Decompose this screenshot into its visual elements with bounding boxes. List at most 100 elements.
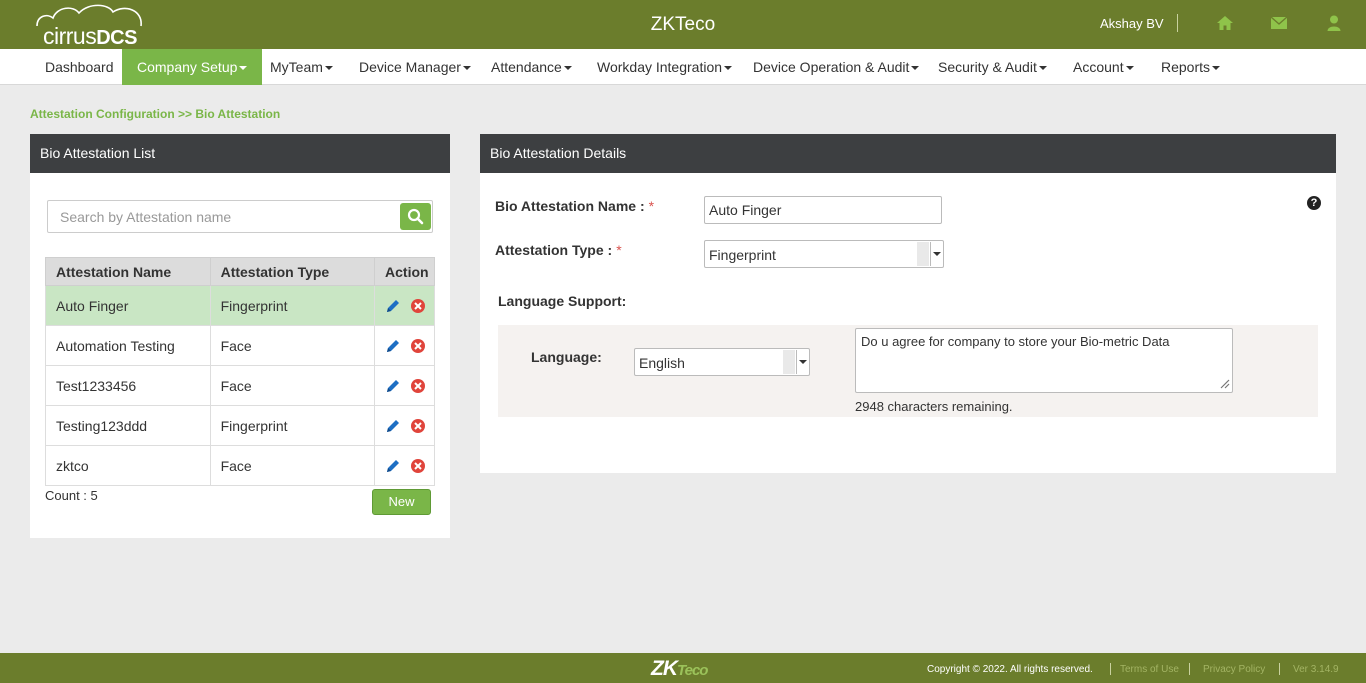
caret-down-icon (563, 66, 572, 71)
home-icon[interactable] (1216, 14, 1234, 32)
language-support-section: Language: English Do u agree for company… (498, 325, 1318, 417)
envelope-icon[interactable] (1270, 14, 1288, 32)
table-row[interactable]: Test1233456 Face (45, 365, 435, 406)
delete-icon[interactable] (410, 338, 426, 354)
user-icon[interactable] (1325, 14, 1343, 32)
terms-of-use-link[interactable]: Terms of Use (1120, 664, 1179, 675)
characters-remaining: 2948 characters remaining. (855, 399, 1013, 414)
attestation-name-input[interactable] (704, 196, 942, 224)
main-nav: Dashboard Company Setup MyTeam Device Ma… (0, 49, 1366, 85)
action-cell (374, 445, 435, 486)
attestation-table: Attestation Name Attestation Type Action… (45, 257, 435, 486)
nav-reports[interactable]: Reports (1161, 49, 1221, 85)
chevron-down-icon[interactable] (930, 242, 942, 266)
attestation-type-cell[interactable]: Fingerprint (209, 405, 376, 446)
attestation-type-cell[interactable]: Fingerprint (209, 285, 376, 326)
select-value: English (639, 355, 685, 371)
required-mark: * (648, 198, 655, 214)
table-row[interactable]: Auto Finger Fingerprint (45, 285, 435, 326)
name-label-wrap: Bio Attestation Name : * (495, 198, 654, 214)
nav-device-manager[interactable]: Device Manager (359, 49, 471, 85)
nav-account[interactable]: Account (1073, 49, 1134, 85)
attestation-type-cell[interactable]: Face (209, 445, 376, 486)
delete-icon[interactable] (410, 418, 426, 434)
language-select[interactable]: English (634, 348, 810, 376)
nav-workday-integration[interactable]: Workday Integration (597, 49, 733, 85)
caret-down-icon (239, 66, 248, 71)
record-count: Count : 5 (45, 488, 98, 503)
search-box (47, 200, 433, 233)
edit-pencil-icon[interactable] (385, 378, 401, 394)
nav-device-operation-audit[interactable]: Device Operation & Audit (753, 49, 920, 85)
caret-down-icon (1038, 66, 1047, 71)
action-cell (374, 285, 435, 326)
nav-attendance[interactable]: Attendance (491, 49, 572, 85)
copyright-text: Copyright © 2022. All rights reserved. (927, 664, 1093, 675)
nav-myteam[interactable]: MyTeam (270, 49, 333, 85)
table-header-row: Attestation Name Attestation Type Action (45, 257, 435, 286)
required-mark: * (616, 242, 622, 258)
logo-text: cirrus (43, 23, 97, 49)
nav-dashboard[interactable]: Dashboard (45, 49, 114, 85)
language-support-label: Language Support: (498, 293, 627, 309)
version-text: Ver 3.14.9 (1293, 664, 1339, 675)
attestation-list-panel: Bio Attestation List Attestation Name At… (30, 134, 450, 538)
search-button[interactable] (400, 203, 431, 230)
column-header: Action (374, 257, 435, 286)
header-divider (1177, 14, 1178, 32)
attestation-name-cell[interactable]: Automation Testing (45, 325, 211, 366)
search-icon (407, 208, 424, 225)
edit-pencil-icon[interactable] (385, 338, 401, 354)
edit-pencil-icon[interactable] (385, 298, 401, 314)
search-input[interactable] (48, 201, 398, 232)
nav-security-audit[interactable]: Security & Audit (938, 49, 1047, 85)
nav-company-setup[interactable]: Company Setup (122, 49, 263, 85)
footer: ZKTeco Copyright © 2022. All rights rese… (0, 653, 1366, 683)
zkteco-footer-logo: ZKTeco (651, 657, 708, 680)
user-name[interactable]: Akshay BV (1100, 16, 1164, 31)
caret-down-icon (724, 66, 733, 71)
action-cell (374, 405, 435, 446)
logo-dcs: DCS (96, 27, 137, 49)
attestation-details-panel: Bio Attestation Details Bio Attestation … (480, 134, 1336, 473)
table-row[interactable]: Testing123ddd Fingerprint (45, 405, 435, 446)
name-label: Bio Attestation Name : (495, 198, 645, 214)
help-icon[interactable]: ? (1307, 196, 1321, 210)
action-cell (374, 365, 435, 406)
attestation-name-cell[interactable]: Auto Finger (45, 285, 211, 326)
delete-icon[interactable] (410, 378, 426, 394)
caret-down-icon (911, 66, 920, 71)
type-label-wrap: Attestation Type : * (495, 242, 622, 258)
action-cell (374, 325, 435, 366)
top-header: cirrusDCS ZKTeco Akshay BV (0, 0, 1366, 49)
caret-down-icon (1212, 66, 1221, 71)
edit-pencil-icon[interactable] (385, 458, 401, 474)
attestation-type-cell[interactable]: Face (209, 365, 376, 406)
attestation-type-select[interactable]: Fingerprint (704, 240, 944, 268)
privacy-policy-link[interactable]: Privacy Policy (1203, 664, 1265, 675)
language-label: Language: (531, 349, 602, 365)
chevron-down-icon[interactable] (796, 350, 808, 374)
details-panel-title: Bio Attestation Details (480, 134, 1336, 173)
edit-pencil-icon[interactable] (385, 418, 401, 434)
list-panel-title: Bio Attestation List (30, 134, 450, 173)
cirrus-dcs-logo[interactable]: cirrusDCS (33, 4, 145, 49)
caret-down-icon (324, 66, 333, 71)
caret-down-icon (462, 66, 471, 71)
new-button[interactable]: New (372, 489, 431, 515)
attestation-name-cell[interactable]: Test1233456 (45, 365, 211, 406)
table-row[interactable]: zktco Face (45, 445, 435, 486)
breadcrumb[interactable]: Attestation Configuration >> Bio Attesta… (30, 107, 280, 121)
attestation-name-cell[interactable]: zktco (45, 445, 211, 486)
table-row[interactable]: Automation Testing Face (45, 325, 435, 366)
column-header[interactable]: Attestation Type (209, 257, 376, 286)
column-header[interactable]: Attestation Name (45, 257, 211, 286)
delete-icon[interactable] (410, 458, 426, 474)
attestation-message-textarea[interactable]: Do u agree for company to store your Bio… (855, 328, 1233, 393)
type-label: Attestation Type : (495, 242, 613, 258)
delete-icon[interactable] (410, 298, 426, 314)
attestation-type-cell[interactable]: Face (209, 325, 376, 366)
attestation-name-cell[interactable]: Testing123ddd (45, 405, 211, 446)
caret-down-icon (1125, 66, 1134, 71)
select-value: Fingerprint (709, 247, 776, 263)
